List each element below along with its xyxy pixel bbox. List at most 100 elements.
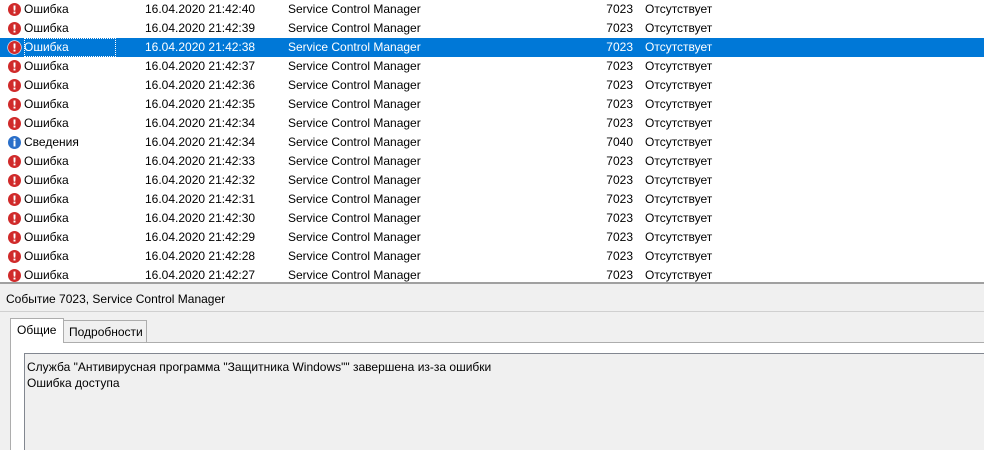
event-source: Service Control Manager [288, 173, 421, 187]
svg-text:!: ! [12, 156, 17, 169]
event-id: 7023 [606, 21, 633, 35]
event-date: 16.04.2020 21:42:34 [145, 135, 256, 149]
event-level: Ошибка [24, 78, 69, 92]
svg-text:!: ! [12, 118, 17, 131]
event-row[interactable]: i Сведения 16.04.2020 21:42:34 Service Cont… [0, 133, 984, 152]
event-level: Ошибка [24, 59, 69, 73]
event-date: 16.04.2020 21:42:38 [145, 40, 256, 54]
event-row[interactable]: ! Ошибка 16.04.2020 21:42:29 Service Contro… [0, 228, 984, 247]
event-id: 7023 [606, 78, 633, 92]
svg-text:!: ! [12, 61, 17, 74]
svg-text:i: i [13, 137, 17, 150]
svg-text:!: ! [12, 80, 17, 93]
event-source: Service Control Manager [288, 59, 421, 73]
event-date: 16.04.2020 21:42:39 [145, 21, 256, 35]
error-icon: ! [7, 78, 22, 93]
event-task-category: Отсутствует [645, 173, 713, 187]
event-viewer-window: ! Ошибка 16.04.2020 21:42:40 Service Contro… [0, 0, 984, 450]
event-date: 16.04.2020 21:42:34 [145, 116, 256, 130]
event-id: 7023 [606, 249, 633, 263]
event-row[interactable]: ! Ошибка 16.04.2020 21:42:36 Service Contro… [0, 76, 984, 95]
tab-general[interactable]: Общие [10, 318, 64, 343]
event-row[interactable]: ! Ошибка 16.04.2020 21:42:38 Service Contro… [0, 38, 984, 57]
event-source: Service Control Manager [288, 2, 421, 16]
event-error-line: Ошибка доступа [27, 376, 120, 390]
event-task-category: Отсутствует [645, 78, 713, 92]
event-row[interactable]: ! Ошибка 16.04.2020 21:42:34 Service Contro… [0, 114, 984, 133]
event-level: Ошибка [24, 211, 69, 225]
event-level: Ошибка [24, 97, 69, 111]
event-id: 7023 [606, 211, 633, 225]
error-icon: ! [7, 154, 22, 169]
svg-text:!: ! [12, 42, 17, 55]
tab-details[interactable]: Подробности [63, 320, 147, 342]
event-date: 16.04.2020 21:42:33 [145, 154, 256, 168]
event-level: Ошибка [24, 230, 69, 244]
event-source: Service Control Manager [288, 154, 421, 168]
event-row[interactable]: ! Ошибка 16.04.2020 21:42:30 Service Contro… [0, 209, 984, 228]
event-row[interactable]: ! Ошибка 16.04.2020 21:42:32 Service Contro… [0, 171, 984, 190]
event-source: Service Control Manager [288, 211, 421, 225]
event-date: 16.04.2020 21:42:28 [145, 249, 256, 263]
event-row[interactable]: ! Ошибка 16.04.2020 21:42:27 Service Contro… [0, 266, 984, 283]
event-id: 7040 [606, 135, 633, 149]
event-task-category: Отсутствует [645, 59, 713, 73]
event-task-category: Отсутствует [645, 116, 713, 130]
event-id: 7023 [606, 2, 633, 16]
error-icon: ! [7, 192, 22, 207]
event-date: 16.04.2020 21:42:31 [145, 192, 256, 206]
event-description-box[interactable]: Служба "Антивирусная программа "Защитник… [24, 353, 984, 450]
event-source: Service Control Manager [288, 192, 421, 206]
event-date: 16.04.2020 21:42:36 [145, 78, 256, 92]
event-row[interactable]: ! Ошибка 16.04.2020 21:42:28 Service Contro… [0, 247, 984, 266]
event-row[interactable]: ! Ошибка 16.04.2020 21:42:37 Service Contro… [0, 57, 984, 76]
event-source: Service Control Manager [288, 249, 421, 263]
event-row[interactable]: ! Ошибка 16.04.2020 21:42:33 Service Contro… [0, 152, 984, 171]
event-task-category: Отсутствует [645, 192, 713, 206]
error-icon: ! [7, 230, 22, 245]
event-level: Ошибка [24, 154, 69, 168]
event-task-category: Отсутствует [645, 249, 713, 263]
event-list[interactable]: ! Ошибка 16.04.2020 21:42:40 Service Contro… [0, 0, 984, 283]
event-date: 16.04.2020 21:42:37 [145, 59, 256, 73]
error-icon: ! [7, 249, 22, 264]
event-task-category: Отсутствует [645, 135, 713, 149]
event-level: Сведения [24, 135, 79, 149]
event-date: 16.04.2020 21:42:32 [145, 173, 256, 187]
event-source: Service Control Manager [288, 40, 421, 54]
event-date: 16.04.2020 21:42:29 [145, 230, 256, 244]
event-id: 7023 [606, 40, 633, 54]
event-row[interactable]: ! Ошибка 16.04.2020 21:42:35 Service Contro… [0, 95, 984, 114]
error-icon: ! [7, 116, 22, 131]
event-level: Ошибка [24, 249, 69, 263]
svg-text:!: ! [12, 232, 17, 245]
event-source: Service Control Manager [288, 116, 421, 130]
error-icon: ! [7, 268, 22, 283]
event-task-category: Отсутствует [645, 211, 713, 225]
event-date: 16.04.2020 21:42:30 [145, 211, 256, 225]
event-level: Ошибка [24, 2, 69, 16]
svg-text:!: ! [12, 194, 17, 207]
event-source: Service Control Manager [288, 135, 421, 149]
event-id: 7023 [606, 154, 633, 168]
svg-text:!: ! [12, 23, 17, 36]
event-id: 7023 [606, 230, 633, 244]
event-level: Ошибка [24, 38, 116, 57]
event-level: Ошибка [24, 268, 69, 282]
event-id: 7023 [606, 268, 633, 282]
event-detail-title: Событие 7023, Service Control Manager [6, 292, 226, 306]
svg-text:!: ! [12, 213, 17, 226]
svg-text:!: ! [12, 251, 17, 264]
error-icon: ! [7, 173, 22, 188]
event-level: Ошибка [24, 21, 69, 35]
event-row[interactable]: ! Ошибка 16.04.2020 21:42:31 Service Contro… [0, 190, 984, 209]
event-id: 7023 [606, 192, 633, 206]
event-row[interactable]: ! Ошибка 16.04.2020 21:42:40 Service Contro… [0, 0, 984, 19]
event-date: 16.04.2020 21:42:27 [145, 268, 256, 282]
event-row[interactable]: ! Ошибка 16.04.2020 21:42:39 Service Contro… [0, 19, 984, 38]
event-task-category: Отсутствует [645, 154, 713, 168]
svg-text:!: ! [12, 4, 17, 17]
event-id: 7023 [606, 116, 633, 130]
error-icon: ! [7, 21, 22, 36]
error-icon: ! [7, 59, 22, 74]
